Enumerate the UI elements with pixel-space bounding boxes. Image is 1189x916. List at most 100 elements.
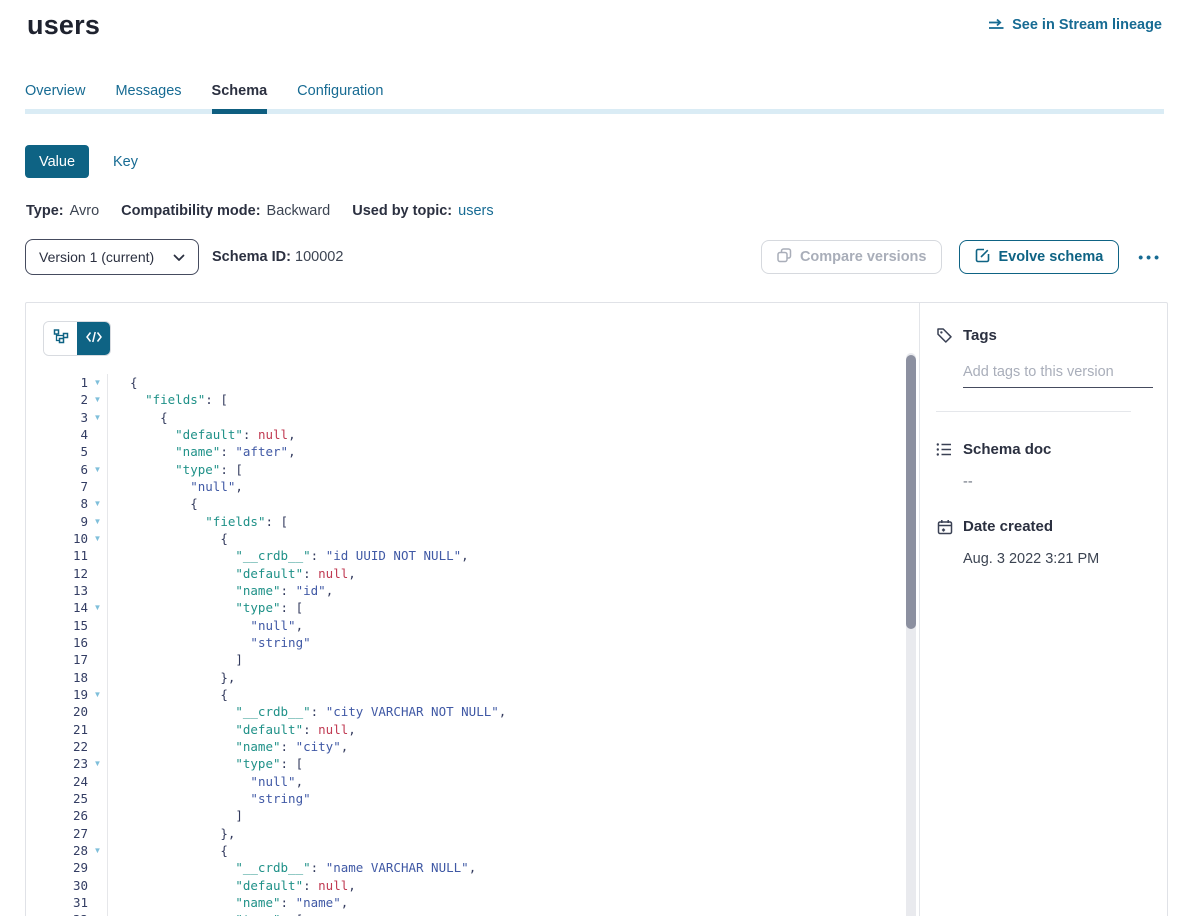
code-line: 27 }, [26, 825, 905, 842]
fold-arrow-icon[interactable] [88, 859, 108, 876]
fold-arrow-icon[interactable] [88, 669, 108, 686]
tag-icon [936, 327, 953, 344]
date-created-section: Date created Aug. 3 2022 3:21 PM [920, 518, 1167, 567]
fold-arrow-icon[interactable]: ▼ [88, 530, 108, 547]
code-line: 26 ] [26, 807, 905, 824]
editor-scrollbar-thumb[interactable] [906, 355, 916, 629]
code-text: { [108, 842, 228, 859]
line-number: 32 [26, 911, 88, 916]
fold-arrow-icon[interactable] [88, 825, 108, 842]
line-number: 3 [26, 409, 88, 426]
code-line: 24 "null", [26, 773, 905, 790]
fold-arrow-icon[interactable] [88, 894, 108, 911]
fold-arrow-icon[interactable] [88, 703, 108, 720]
code-text: { [108, 374, 138, 391]
fold-arrow-icon[interactable] [88, 478, 108, 495]
value-toggle-button[interactable]: Value [25, 145, 89, 178]
schema-doc-section: Schema doc -- [920, 441, 1167, 490]
fold-arrow-icon[interactable] [88, 617, 108, 634]
fold-arrow-icon[interactable] [88, 651, 108, 668]
version-dropdown[interactable]: Version 1 (current) [25, 239, 199, 275]
fold-arrow-icon[interactable]: ▼ [88, 513, 108, 530]
tab-bar: Overview Messages Schema Configuration [25, 83, 1164, 114]
schema-doc-title: Schema doc [963, 441, 1051, 458]
fold-arrow-icon[interactable]: ▼ [88, 391, 108, 408]
stream-lineage-link[interactable]: See in Stream lineage [988, 17, 1162, 33]
code-line: 13 "name": "id", [26, 582, 905, 599]
fold-arrow-icon[interactable] [88, 634, 108, 651]
fold-arrow-icon[interactable] [88, 790, 108, 807]
fold-arrow-icon[interactable] [88, 738, 108, 755]
fold-arrow-icon[interactable] [88, 426, 108, 443]
tab-underline-track [25, 109, 1164, 114]
used-by-topic-label: Used by topic: [352, 203, 452, 219]
fold-arrow-icon[interactable] [88, 721, 108, 738]
tab-schema[interactable]: Schema [212, 83, 268, 114]
line-number: 30 [26, 877, 88, 894]
line-number: 11 [26, 547, 88, 564]
fold-arrow-icon[interactable]: ▼ [88, 409, 108, 426]
line-number: 28 [26, 842, 88, 859]
stream-lineage-icon [988, 18, 1005, 32]
edit-icon [975, 248, 990, 267]
code-text: "default": null, [108, 877, 356, 894]
fold-arrow-icon[interactable]: ▼ [88, 599, 108, 616]
schema-id-label: Schema ID: [212, 249, 291, 265]
code-lines[interactable]: 1▼{2▼ "fields": [3▼ {4 "default": null,5… [26, 374, 905, 916]
code-line: 21 "default": null, [26, 721, 905, 738]
fold-arrow-icon[interactable] [88, 565, 108, 582]
line-number: 23 [26, 755, 88, 772]
compatibility-label: Compatibility mode: [121, 203, 260, 219]
tree-view-button[interactable] [44, 322, 77, 355]
editor-scrollbar-track[interactable] [906, 353, 916, 916]
code-text: "string" [108, 634, 311, 651]
code-view-button[interactable] [77, 322, 110, 355]
code-text: }, [108, 669, 235, 686]
fold-arrow-icon[interactable] [88, 807, 108, 824]
code-line: 10▼ { [26, 530, 905, 547]
tags-section: Tags [920, 327, 1167, 412]
fold-arrow-icon[interactable] [88, 773, 108, 790]
compare-versions-button[interactable]: Compare versions [761, 240, 943, 274]
fold-arrow-icon[interactable] [88, 547, 108, 564]
code-text: "null", [108, 773, 303, 790]
topic-link[interactable]: users [458, 203, 493, 219]
line-number: 26 [26, 807, 88, 824]
evolve-label: Evolve schema [998, 249, 1103, 265]
code-text: "type": [ [108, 911, 303, 916]
fold-arrow-icon[interactable] [88, 582, 108, 599]
fold-arrow-icon[interactable]: ▼ [88, 686, 108, 703]
fold-arrow-icon[interactable]: ▼ [88, 842, 108, 859]
key-toggle-link[interactable]: Key [113, 154, 138, 170]
code-line: 18 }, [26, 669, 905, 686]
more-options-button[interactable]: ••• [1136, 245, 1164, 269]
fold-arrow-icon[interactable]: ▼ [88, 374, 108, 391]
fold-arrow-icon[interactable]: ▼ [88, 911, 108, 916]
line-number: 17 [26, 651, 88, 668]
fold-arrow-icon[interactable] [88, 877, 108, 894]
code-text: "__crdb__": "city VARCHAR NOT NULL", [108, 703, 506, 720]
fold-arrow-icon[interactable]: ▼ [88, 461, 108, 478]
code-line: 9▼ "fields": [ [26, 513, 905, 530]
code-text: "__crdb__": "name VARCHAR NULL", [108, 859, 476, 876]
code-line: 6▼ "type": [ [26, 461, 905, 478]
code-line: 23▼ "type": [ [26, 755, 905, 772]
code-line: 3▼ { [26, 409, 905, 426]
code-text: "name": "after", [108, 443, 296, 460]
date-created-value: Aug. 3 2022 3:21 PM [963, 551, 1149, 567]
schema-info-panel: Tags Schema doc [919, 303, 1167, 916]
code-line: 30 "default": null, [26, 877, 905, 894]
editor-view-toggle [43, 321, 111, 356]
type-value: Avro [70, 203, 100, 219]
code-text: "name": "city", [108, 738, 348, 755]
line-number: 18 [26, 669, 88, 686]
evolve-schema-button[interactable]: Evolve schema [959, 240, 1119, 274]
fold-arrow-icon[interactable]: ▼ [88, 495, 108, 512]
tags-input[interactable] [963, 364, 1153, 388]
fold-arrow-icon[interactable] [88, 443, 108, 460]
line-number: 13 [26, 582, 88, 599]
line-number: 1 [26, 374, 88, 391]
code-line: 19▼ { [26, 686, 905, 703]
code-text: "fields": [ [108, 391, 228, 408]
fold-arrow-icon[interactable]: ▼ [88, 755, 108, 772]
